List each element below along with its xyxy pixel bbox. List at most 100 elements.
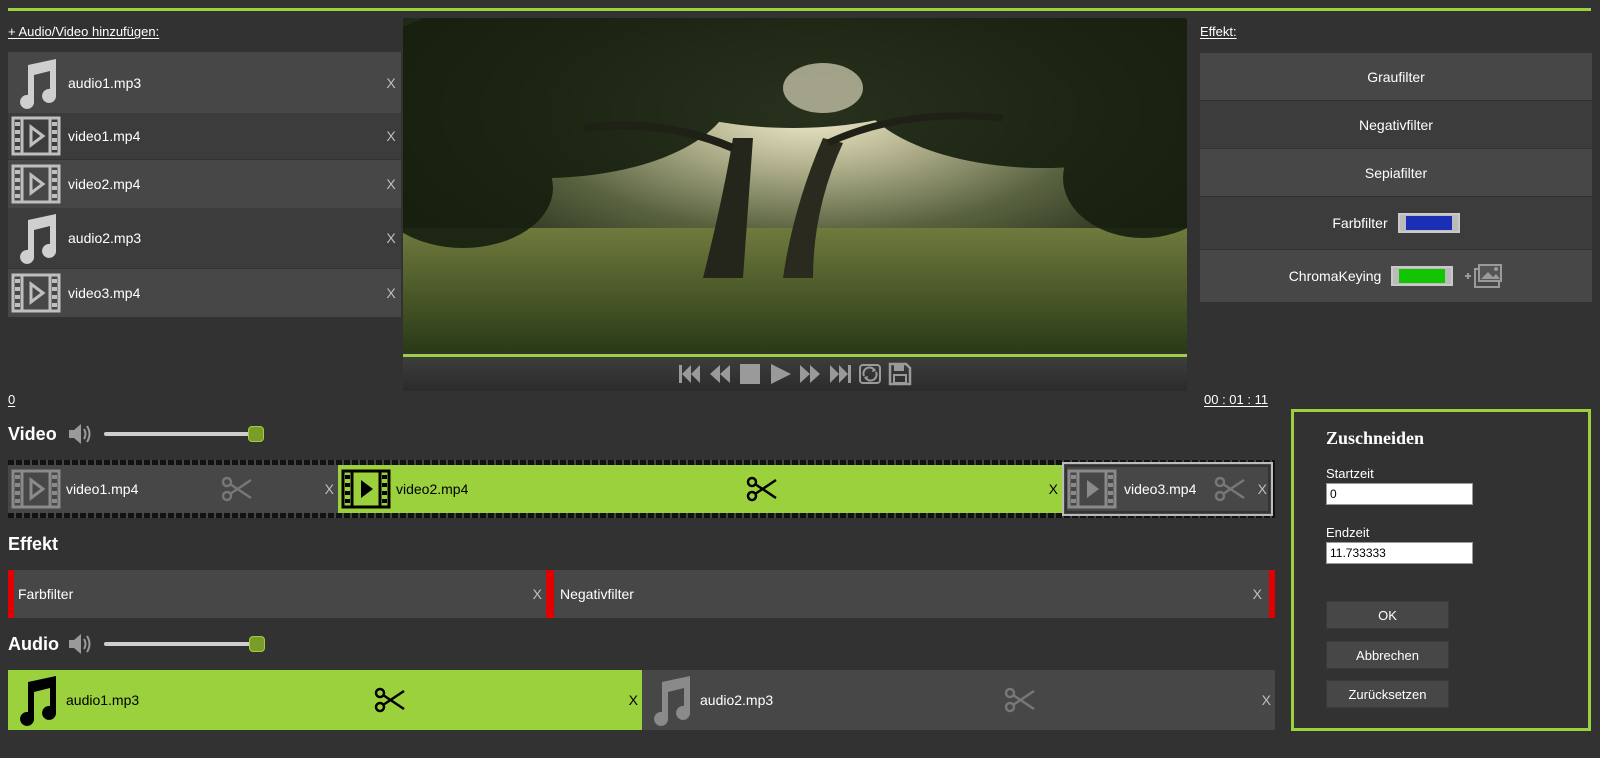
media-item-video1[interactable]: video1.mp4 X: [8, 113, 401, 159]
chroma-color: [1399, 269, 1446, 283]
effect-clip-name: Farbfilter: [18, 586, 74, 602]
clip-name: video1.mp4: [66, 481, 139, 497]
speaker-icon[interactable]: [67, 421, 95, 452]
save-icon[interactable]: [887, 361, 913, 387]
remove-clip-button[interactable]: X: [1262, 692, 1271, 708]
remove-effect-button[interactable]: X: [1253, 586, 1262, 602]
skip-to-start-icon[interactable]: [677, 361, 703, 387]
remove-media-button[interactable]: X: [381, 230, 401, 246]
start-time-input[interactable]: [1326, 483, 1473, 505]
media-item-video2[interactable]: video2.mp4 X: [8, 160, 401, 208]
scissors-icon[interactable]: [1004, 687, 1036, 713]
speaker-icon[interactable]: [67, 631, 95, 662]
music-note-icon: [8, 674, 64, 726]
add-media-link[interactable]: + Audio/Video hinzufügen:: [8, 24, 159, 39]
timeline-audio-clip[interactable]: audio2.mp3 X: [642, 670, 1275, 730]
sepiafilter-label: Sepiafilter: [1364, 164, 1428, 181]
ok-button[interactable]: OK: [1326, 601, 1449, 629]
remove-media-button[interactable]: X: [381, 285, 401, 301]
skip-to-end-icon[interactable]: [827, 361, 853, 387]
sepiafilter-button[interactable]: Sepiafilter: [1200, 149, 1592, 196]
film-icon: [338, 469, 394, 509]
reset-button[interactable]: Zurücksetzen: [1326, 680, 1449, 708]
timeline-video-clip-selected[interactable]: video3.mp4 X: [1062, 462, 1273, 516]
scissors-icon[interactable]: [221, 476, 253, 502]
negativfilter-button[interactable]: Negativfilter: [1200, 101, 1592, 148]
video-volume-slider[interactable]: [104, 432, 254, 436]
clip-name: video3.mp4: [1124, 481, 1197, 497]
timeline-video-clip[interactable]: video1.mp4 X: [8, 465, 338, 513]
graufilter-button[interactable]: Graufilter: [1200, 53, 1592, 100]
negativfilter-label: Negativfilter: [1359, 116, 1433, 133]
play-icon[interactable]: [767, 361, 793, 387]
remove-media-button[interactable]: X: [381, 176, 401, 192]
clip-name: audio1.mp3: [66, 692, 140, 708]
media-item-audio2[interactable]: audio2.mp3 X: [8, 208, 401, 268]
media-item-name: video3.mp4: [68, 285, 141, 301]
clip-name: video2.mp4: [396, 481, 469, 497]
remove-clip-button[interactable]: X: [1258, 481, 1267, 497]
film-icon: [8, 469, 64, 509]
effect-start-marker[interactable]: [8, 570, 14, 618]
fast-forward-icon[interactable]: [797, 361, 823, 387]
chromakeying-button[interactable]: ChromaKeying: [1200, 250, 1592, 302]
player-controls: [403, 357, 1187, 391]
farbfilter-label: Farbfilter: [1332, 215, 1388, 231]
timeline-effect-clip[interactable]: Farbfilter X: [18, 570, 546, 618]
video-track-label: Video: [8, 424, 57, 444]
graufilter-label: Graufilter: [1367, 68, 1425, 85]
cancel-button[interactable]: Abbrechen: [1326, 641, 1449, 669]
media-item-name: video2.mp4: [68, 176, 141, 192]
scissors-icon[interactable]: [374, 687, 406, 713]
clip-name: audio2.mp3: [700, 692, 774, 708]
audio-volume-knob[interactable]: [249, 636, 265, 652]
scissors-icon[interactable]: [746, 476, 778, 502]
video-volume-knob[interactable]: [248, 426, 264, 442]
remove-clip-button[interactable]: X: [1049, 481, 1058, 497]
crop-panel: Zuschneiden Startzeit Endzeit OK Abbrech…: [1291, 409, 1591, 731]
farbfilter-button[interactable]: Farbfilter: [1200, 197, 1592, 249]
media-item-video3[interactable]: video3.mp4 X: [8, 269, 401, 317]
effect-clip-name: Negativfilter: [560, 586, 634, 602]
rewind-icon[interactable]: [707, 361, 733, 387]
film-icon: [1064, 469, 1120, 509]
chromakeying-label: ChromaKeying: [1288, 268, 1382, 284]
effect-end-marker[interactable]: [1269, 570, 1275, 618]
audio-volume-slider[interactable]: [104, 642, 256, 646]
remove-clip-button[interactable]: X: [629, 692, 638, 708]
remove-clip-button[interactable]: X: [325, 481, 334, 497]
timeline-audio-clip-active[interactable]: audio1.mp3 X: [8, 670, 642, 730]
media-item-name: video1.mp4: [68, 128, 141, 144]
end-time-label: Endzeit: [1326, 525, 1370, 540]
media-item-name: audio2.mp3: [68, 230, 142, 246]
end-time-input[interactable]: [1326, 542, 1473, 564]
media-item-name: audio1.mp3: [68, 74, 142, 91]
crop-title: Zuschneiden: [1326, 428, 1425, 448]
music-note-icon: [8, 52, 64, 113]
effects-title: Effekt:: [1200, 24, 1237, 39]
top-accent-line: [8, 8, 1591, 11]
chroma-color-picker[interactable]: [1391, 266, 1454, 286]
timeline-video-clip-active[interactable]: video2.mp4 X: [338, 465, 1062, 513]
timeline-start-time: 0: [8, 392, 16, 407]
farbfilter-color-picker[interactable]: [1397, 213, 1460, 233]
start-time-label: Startzeit: [1326, 466, 1374, 481]
remove-media-button[interactable]: X: [381, 128, 401, 144]
remove-media-button[interactable]: X: [381, 75, 401, 91]
effect-boundary-marker[interactable]: [546, 570, 554, 618]
scissors-icon[interactable]: [1214, 476, 1246, 502]
stop-icon[interactable]: [737, 361, 763, 387]
refresh-icon[interactable]: [857, 361, 883, 387]
music-note-icon: [8, 208, 64, 268]
video-preview[interactable]: [403, 18, 1187, 352]
film-icon: [8, 113, 64, 159]
farbfilter-color: [1405, 216, 1452, 230]
film-icon: [8, 160, 64, 208]
remove-effect-button[interactable]: X: [533, 586, 542, 602]
timeline-end-time: 00 : 01 : 11: [1204, 392, 1269, 407]
timeline-effect-clip[interactable]: Negativfilter X: [560, 570, 1266, 618]
media-item-audio1[interactable]: audio1.mp3 X: [8, 52, 401, 113]
audio-track-label: Audio: [8, 634, 59, 654]
effect-track-label: Effekt: [8, 534, 59, 554]
add-image-icon[interactable]: [1463, 263, 1503, 289]
